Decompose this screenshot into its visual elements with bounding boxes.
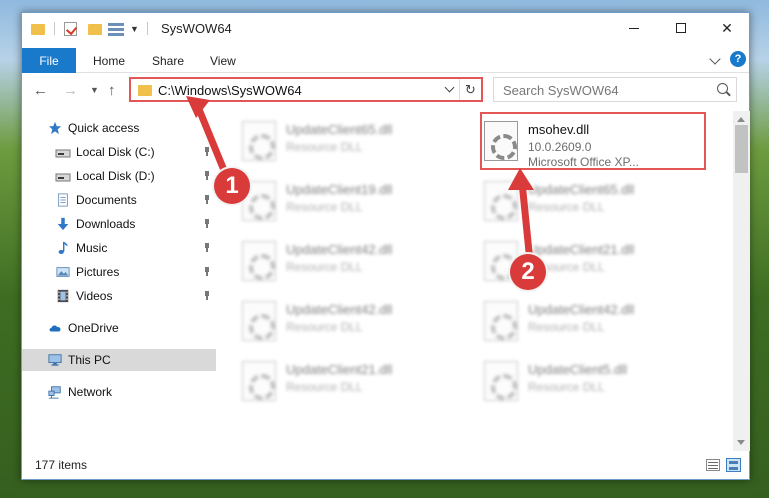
step-1-callout: 1 [214, 168, 250, 204]
annotation-arrows [186, 96, 534, 263]
arrowhead-icon [186, 96, 210, 118]
arrow-to-file [518, 181, 534, 263]
arrowhead-icon [508, 168, 534, 190]
arrow-to-address-bar [192, 100, 232, 182]
step-2-callout: 2 [510, 254, 546, 290]
